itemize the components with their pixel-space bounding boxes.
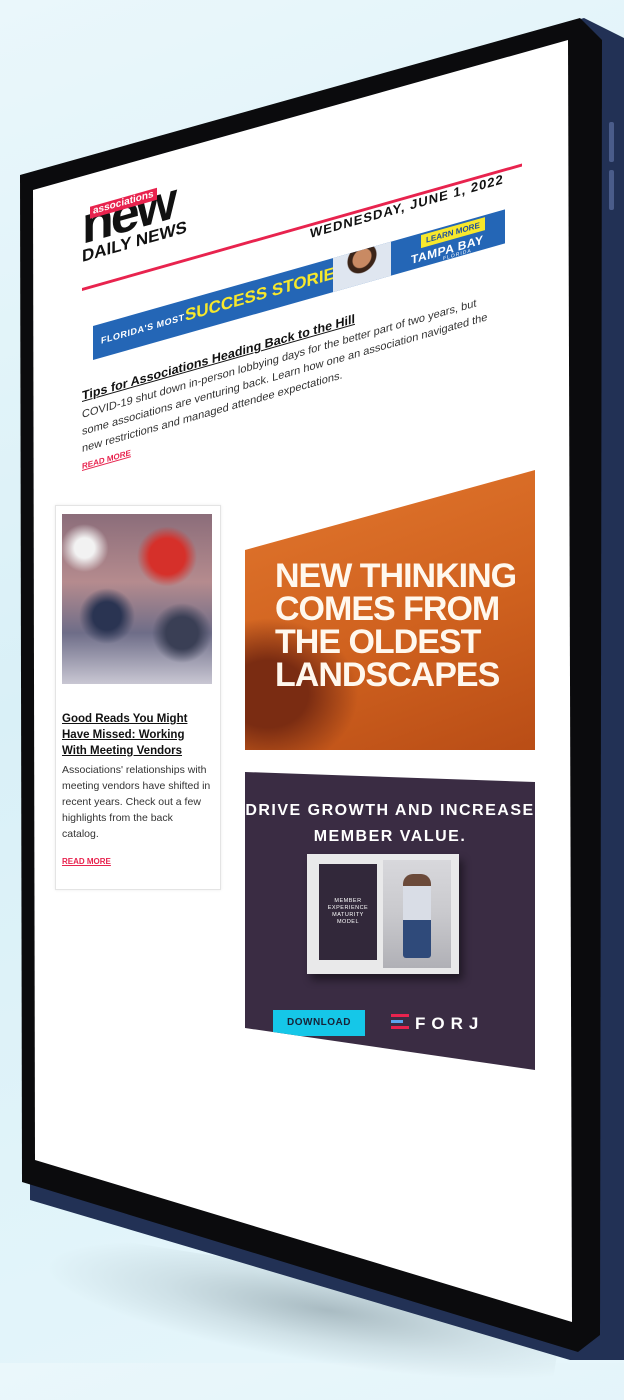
newsletter-logo[interactable]: new associations DAILY NEWS: [82, 171, 202, 266]
forj-ad[interactable]: DRIVE GROWTH AND INCREASE MEMBER VALUE. …: [245, 772, 535, 1070]
book-photo-person: [403, 874, 431, 958]
volume-up-button: [609, 122, 614, 162]
banner-line1: FLORIDA'S MOST: [101, 312, 185, 346]
forj-logo-icon: [391, 1014, 409, 1036]
report-book-image: MEMBER EXPERIENCE MATURITY MODEL: [307, 854, 459, 974]
volume-down-button: [609, 170, 614, 210]
side-article-read-more-link[interactable]: READ MORE: [62, 857, 111, 866]
forj-brand: FORJ: [415, 1014, 485, 1033]
side-article-card: Good Reads You Might Have Missed: Workin…: [55, 505, 221, 890]
book-title: MEMBER EXPERIENCE MATURITY MODEL: [327, 898, 369, 925]
trade-show-photo[interactable]: [62, 514, 212, 684]
landscapes-ad-headline: NEW THINKING COMES FROM THE OLDEST LANDS…: [275, 557, 517, 694]
forj-ad-headline: DRIVE GROWTH AND INCREASE MEMBER VALUE.: [245, 802, 535, 845]
banner-line2: SUCCESS STORIES: [185, 260, 347, 325]
book-photo: [383, 860, 451, 968]
side-article-body: Associations' relationships with meeting…: [62, 764, 211, 840]
side-article-title-link[interactable]: Good Reads You Might Have Missed: Workin…: [62, 711, 212, 759]
download-button[interactable]: DOWNLOAD: [273, 1010, 365, 1036]
landscapes-ad[interactable]: NEW THINKING COMES FROM THE OLDEST LANDS…: [245, 470, 535, 750]
tablet-screen: new associations DAILY NEWS WEDNESDAY, J…: [33, 40, 572, 1322]
banner-photo: [333, 235, 391, 301]
